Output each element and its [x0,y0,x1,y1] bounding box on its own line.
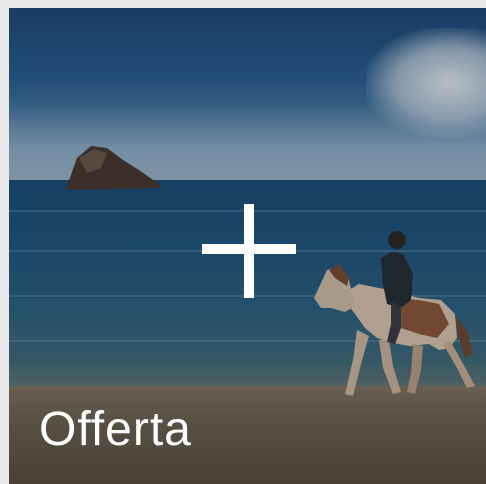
offer-card[interactable]: Offerta [9,8,486,484]
card-label: Offerta [39,403,192,456]
plus-icon[interactable] [202,204,296,298]
